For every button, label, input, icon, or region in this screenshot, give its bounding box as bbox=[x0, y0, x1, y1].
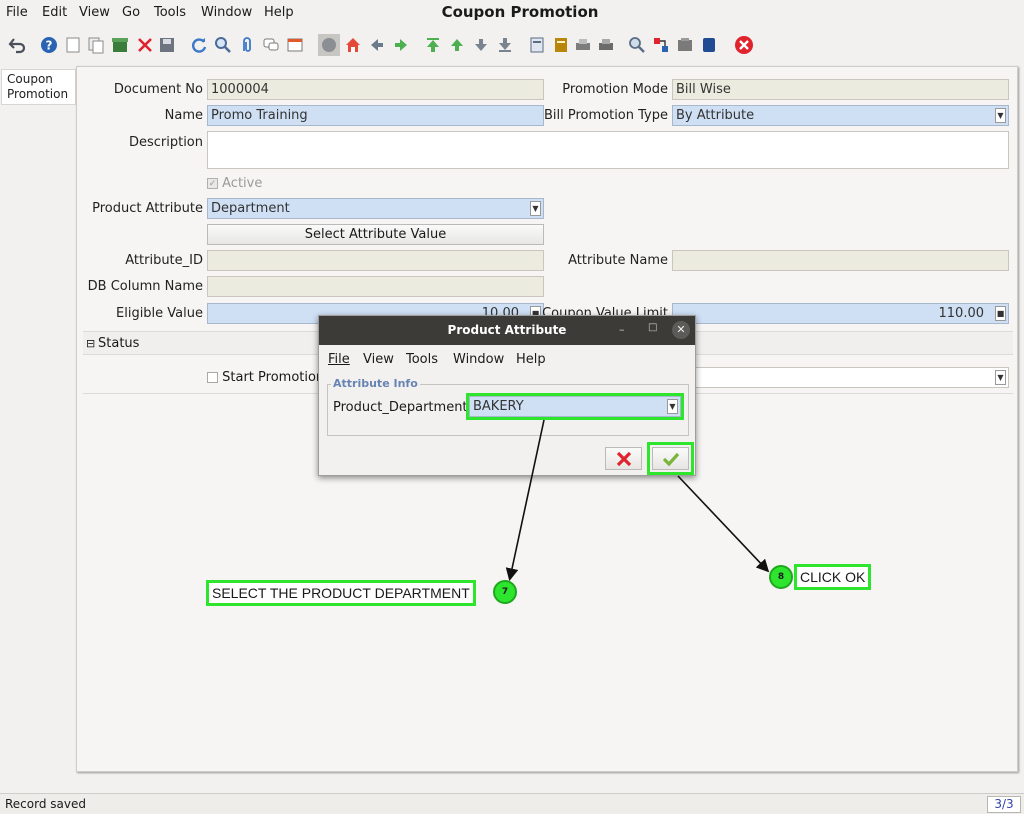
status-message: Record saved bbox=[5, 797, 86, 811]
step8-badge: 8 bbox=[769, 565, 793, 589]
callout-step8: CLICK OK bbox=[794, 564, 872, 590]
status-bar: Record saved 3/3 bbox=[0, 793, 1024, 814]
record-counter[interactable]: 3/3 bbox=[987, 796, 1021, 813]
callout-step7: SELECT THE PRODUCT DEPARTMENT bbox=[206, 580, 476, 606]
step7-badge: 7 bbox=[493, 580, 517, 604]
arrow-to-step7 bbox=[505, 419, 545, 582]
arrow-to-step8 bbox=[677, 475, 770, 573]
annotation-arrows bbox=[505, 419, 770, 582]
